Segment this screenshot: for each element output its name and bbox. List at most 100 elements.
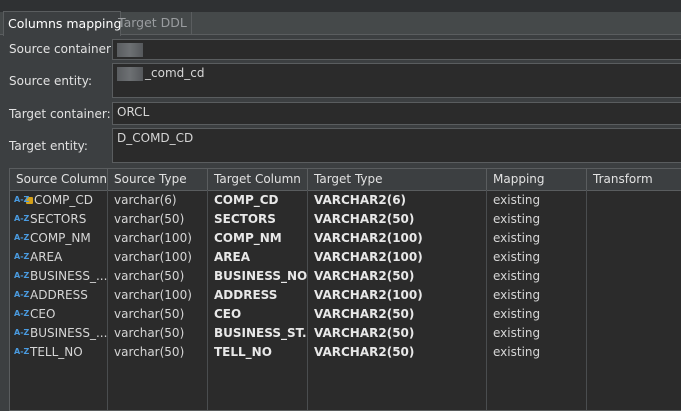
- cell-source-type-text: varchar(50): [114, 326, 185, 340]
- cell-target-column[interactable]: COMP_NM: [208, 229, 307, 248]
- header-target-column[interactable]: Target Column: [208, 169, 308, 190]
- header-target-type[interactable]: Target Type: [308, 169, 487, 190]
- cell-transform[interactable]: [587, 267, 681, 286]
- cell-source-column-text: ADDRESS: [30, 288, 88, 302]
- cell-target-column[interactable]: BUSINESS_ST...: [208, 324, 307, 343]
- cell-mapping-text: existing: [493, 212, 541, 226]
- cell-transform[interactable]: [587, 305, 681, 324]
- table-row[interactable]: A-ZSECTORS varchar(50) SECTORS VARCHAR2(50)…: [10, 210, 681, 229]
- header-transform[interactable]: Transform: [587, 169, 681, 190]
- tab-columns-mapping[interactable]: Columns mapping: [3, 11, 121, 36]
- cell-source-column: A-ZCOMP_NM: [10, 229, 107, 248]
- table-row[interactable]: A-ZCOMP_NM varchar(100) COMP_NM VARCHAR2(10…: [10, 229, 681, 248]
- cell-target-column[interactable]: ADDRESS: [208, 286, 307, 305]
- cell-mapping[interactable]: existing: [487, 191, 586, 210]
- cell-source-column-text: TELL_NO: [30, 345, 83, 359]
- cell-mapping[interactable]: existing: [487, 267, 586, 286]
- cell-target-type[interactable]: VARCHAR2(6): [308, 191, 486, 210]
- cell-target-type-text: VARCHAR2(50): [314, 345, 415, 359]
- cell-mapping[interactable]: existing: [487, 324, 586, 343]
- cell-target-type[interactable]: VARCHAR2(50): [308, 210, 486, 229]
- source-container-label: Source container:: [9, 42, 115, 56]
- table-row[interactable]: A-ZBUSINESS_... varchar(50) BUSINESS_NO VAR…: [10, 267, 681, 286]
- cell-mapping[interactable]: existing: [487, 248, 586, 267]
- cell-target-type-text: VARCHAR2(6): [314, 193, 407, 207]
- cell-target-type-text: VARCHAR2(50): [314, 326, 415, 340]
- columns-mapping-table[interactable]: Source Column Source Type Target Column …: [9, 168, 681, 411]
- cell-mapping[interactable]: existing: [487, 210, 586, 229]
- cell-source-column-text: AREA: [30, 250, 63, 264]
- cell-target-type[interactable]: VARCHAR2(100): [308, 286, 486, 305]
- target-container-field[interactable]: ORCL: [112, 102, 681, 125]
- table-row[interactable]: A-Z COMP_CD varchar(6) COMP_CD VARCHAR2(6) ex…: [10, 191, 681, 210]
- cell-target-column[interactable]: SECTORS: [208, 210, 307, 229]
- cell-target-column[interactable]: CEO: [208, 305, 307, 324]
- cell-target-column-text: TELL_NO: [214, 345, 272, 359]
- cell-source-column: A-ZBUSINESS_...: [10, 324, 107, 343]
- table-row[interactable]: A-ZCEO varchar(50) CEO VARCHAR2(50) existing: [10, 305, 681, 324]
- cell-target-type[interactable]: VARCHAR2(50): [308, 343, 486, 362]
- table-row[interactable]: A-ZAREA varchar(100) AREA VARCHAR2(100) exis…: [10, 248, 681, 267]
- target-entity-label: Target entity:: [9, 139, 88, 153]
- cell-target-type[interactable]: VARCHAR2(100): [308, 229, 486, 248]
- cell-mapping[interactable]: existing: [487, 286, 586, 305]
- cell-target-column[interactable]: AREA: [208, 248, 307, 267]
- cell-source-type: varchar(50): [108, 267, 207, 286]
- redacted-value: [117, 42, 143, 57]
- cell-source-type-text: varchar(50): [114, 269, 185, 283]
- cell-source-type-text: varchar(100): [114, 288, 192, 302]
- cell-target-type[interactable]: VARCHAR2(50): [308, 324, 486, 343]
- cell-transform[interactable]: [587, 343, 681, 362]
- cell-target-type[interactable]: VARCHAR2(50): [308, 267, 486, 286]
- cell-target-type[interactable]: VARCHAR2(50): [308, 305, 486, 324]
- cell-target-column[interactable]: TELL_NO: [208, 343, 307, 362]
- cell-target-column[interactable]: BUSINESS_NO: [208, 267, 307, 286]
- cell-target-column-text: COMP_NM: [214, 231, 282, 245]
- cell-source-column-text: SECTORS: [30, 212, 87, 226]
- cell-transform[interactable]: [587, 210, 681, 229]
- cell-mapping[interactable]: existing: [487, 343, 586, 362]
- cell-mapping-text: existing: [493, 307, 541, 321]
- tab-target-ddl[interactable]: Target DDL: [114, 12, 192, 34]
- cell-transform[interactable]: [587, 324, 681, 343]
- cell-source-column-text: COMP_NM: [30, 231, 91, 245]
- cell-mapping[interactable]: existing: [487, 305, 586, 324]
- az-column-icon: A-Z: [14, 214, 30, 223]
- cell-source-type: varchar(100): [108, 286, 207, 305]
- cell-target-column-text: AREA: [214, 250, 251, 264]
- cell-source-column: A-ZAREA: [10, 248, 107, 267]
- table-row[interactable]: A-ZBUSINESS_... varchar(50) BUSINESS_ST...…: [10, 324, 681, 343]
- cell-target-type[interactable]: VARCHAR2(100): [308, 248, 486, 267]
- cell-transform[interactable]: [587, 248, 681, 267]
- cell-source-type-text: varchar(6): [114, 193, 177, 207]
- cell-source-column: A-ZSECTORS: [10, 210, 107, 229]
- cell-target-column-text: BUSINESS_NO: [214, 269, 307, 283]
- cell-source-column-text: BUSINESS_...: [30, 269, 107, 283]
- cell-mapping-text: existing: [493, 269, 541, 283]
- cell-transform[interactable]: [587, 286, 681, 305]
- cell-mapping[interactable]: existing: [487, 229, 586, 248]
- cell-mapping-text: existing: [493, 231, 541, 245]
- table-header: Source Column Source Type Target Column …: [10, 169, 681, 191]
- source-entity-field[interactable]: _comd_cd: [112, 63, 681, 98]
- header-source-type[interactable]: Source Type: [108, 169, 208, 190]
- az-column-icon: A-Z: [14, 271, 30, 280]
- cell-target-column[interactable]: COMP_CD: [208, 191, 307, 210]
- target-entity-field[interactable]: D_COMD_CD: [112, 128, 681, 163]
- cell-source-type-text: varchar(100): [114, 250, 192, 264]
- header-mapping[interactable]: Mapping: [487, 169, 587, 190]
- cell-target-column-text: SECTORS: [214, 212, 276, 226]
- cell-target-type-text: VARCHAR2(100): [314, 231, 423, 245]
- cell-source-type-text: varchar(50): [114, 212, 185, 226]
- cell-source-type: varchar(6): [108, 191, 207, 210]
- cell-target-type-text: VARCHAR2(50): [314, 212, 415, 226]
- header-source-column[interactable]: Source Column: [10, 169, 108, 190]
- cell-mapping-text: existing: [493, 250, 541, 264]
- table-row[interactable]: A-ZADDRESS varchar(100) ADDRESS VARCHAR2(10…: [10, 286, 681, 305]
- table-row[interactable]: A-ZTELL_NO varchar(50) TELL_NO VARCHAR2(50)…: [10, 343, 681, 362]
- cell-transform[interactable]: [587, 229, 681, 248]
- source-container-field[interactable]: [112, 39, 681, 60]
- cell-mapping-text: existing: [493, 326, 541, 340]
- cell-mapping-text: existing: [493, 288, 541, 302]
- cell-transform[interactable]: [587, 191, 681, 210]
